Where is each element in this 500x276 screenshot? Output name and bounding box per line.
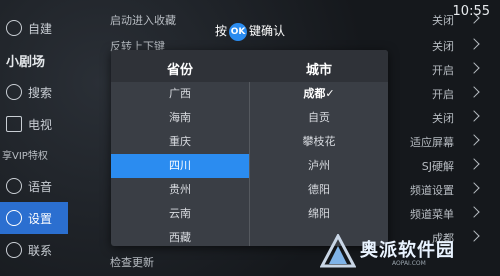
settings-row-value: 适应屏幕 (410, 136, 454, 149)
hint-prefix: 按 (214, 24, 227, 38)
confirm-hint: 按 OK 键确认 (0, 22, 500, 41)
dialog-header: 省份 城市 (111, 50, 388, 82)
sidebar-item-theater[interactable]: 小剧场 (0, 44, 68, 76)
sidebar-item-label: 小剧场 (6, 54, 46, 70)
watermark-logo-icon (320, 234, 356, 268)
watermark-text: 奥派软件园 (360, 240, 455, 261)
city-header: 城市 (305, 63, 332, 78)
settings-row-label: 检查更新 (110, 256, 154, 269)
chevron-right-icon (468, 206, 480, 218)
hint-suffix: 键确认 (249, 24, 286, 38)
tv-icon (6, 116, 22, 132)
city-option-current[interactable]: 成都✓ (250, 82, 388, 106)
settings-row-value: 关闭 (432, 112, 454, 125)
sidebar-item-search[interactable]: 搜索 (0, 76, 68, 108)
sidebar-item-voice[interactable]: 语音 (0, 170, 68, 202)
sidebar-item-tv[interactable]: 电视 (0, 108, 68, 140)
chevron-right-icon (468, 182, 480, 194)
settings-row-value: 频道菜单 (410, 208, 454, 221)
settings-row-value: 开启 (432, 64, 454, 77)
province-option[interactable]: 海南 (111, 106, 249, 130)
city-option[interactable]: 攀枝花 (250, 130, 388, 154)
sidebar-item-settings[interactable]: 设置 (0, 202, 68, 234)
city-column: 成都✓ 自贡 攀枝花 泸州 德阳 绵阳 (250, 82, 388, 246)
province-option[interactable]: 云南 (111, 202, 249, 226)
watermark-subtext: AOPAI.COM (392, 260, 426, 267)
sidebar: 自建 小剧场 搜索 电视 享VIP特权 语音 设置 联系 (0, 0, 68, 276)
province-header: 省份 (166, 63, 193, 78)
sidebar-item-vip[interactable]: 享VIP特权 (0, 138, 68, 170)
city-option[interactable]: 绵阳 (250, 202, 388, 226)
search-icon (6, 84, 22, 100)
province-column: 广西 海南 重庆 四川 贵州 云南 西藏 (111, 82, 249, 246)
sidebar-item-label: 搜索 (28, 85, 53, 100)
city-option[interactable]: 自贡 (250, 106, 388, 130)
province-option[interactable]: 贵州 (111, 178, 249, 202)
sidebar-item-contact[interactable]: 联系 (0, 234, 68, 266)
sidebar-item-label: 设置 (28, 211, 53, 226)
chevron-right-icon (468, 86, 480, 98)
region-picker-dialog: 省份 城市 广西 海南 重庆 四川 贵州 云南 西藏 成都✓ 自贡 攀枝花 泸州… (111, 50, 388, 246)
ok-key-icon: OK (229, 22, 247, 41)
settings-row-value: 频道设置 (410, 184, 454, 197)
chevron-right-icon (468, 158, 480, 170)
province-option[interactable]: 重庆 (111, 130, 249, 154)
province-option[interactable]: 西藏 (111, 226, 249, 246)
watermark: 奥派软件园 AOPAI.COM (320, 232, 500, 276)
sidebar-item-label: 享VIP特权 (2, 150, 48, 162)
province-option[interactable]: 广西 (111, 82, 249, 106)
mic-icon (6, 178, 22, 194)
sidebar-item-label: 语音 (28, 179, 53, 194)
settings-row-value: SJ硬解 (421, 160, 454, 173)
settings-row-value: 开启 (432, 88, 454, 101)
chevron-right-icon (468, 134, 480, 146)
gear-icon (6, 210, 22, 226)
contact-icon (6, 242, 22, 258)
chevron-right-icon (468, 62, 480, 74)
chevron-right-icon (468, 110, 480, 122)
sidebar-item-label: 联系 (28, 243, 53, 258)
city-option[interactable]: 德阳 (250, 178, 388, 202)
city-option[interactable]: 泸州 (250, 154, 388, 178)
province-option-selected[interactable]: 四川 (111, 154, 249, 178)
clock: 10:55 (452, 4, 490, 19)
sidebar-item-label: 电视 (28, 117, 53, 132)
